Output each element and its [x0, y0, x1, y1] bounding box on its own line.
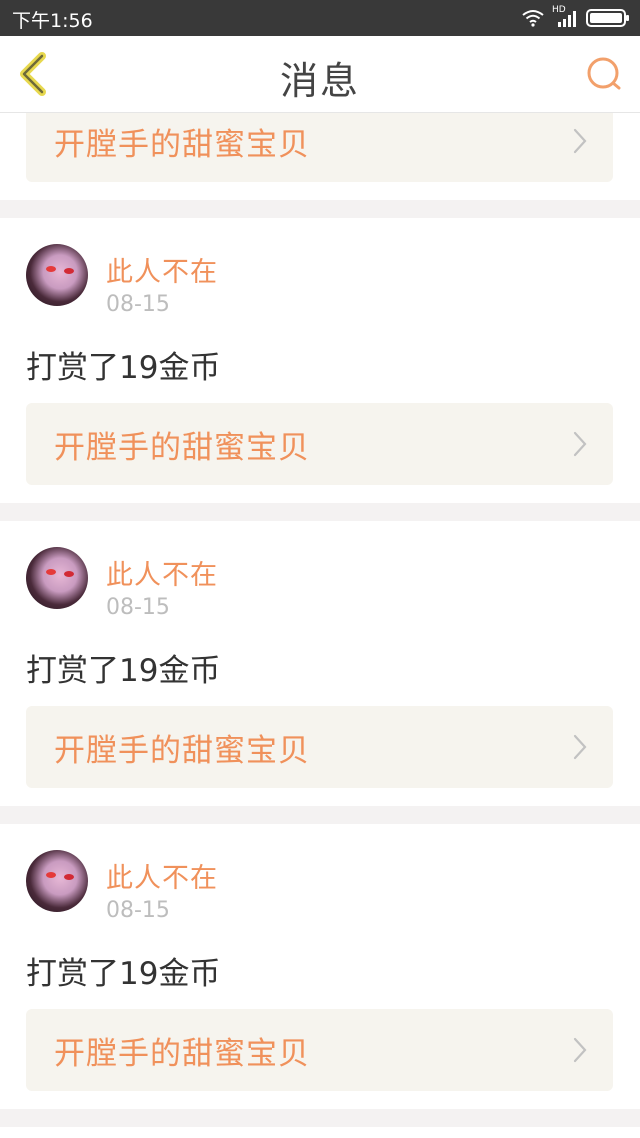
status-time: 下午1:56 [12, 10, 93, 32]
username[interactable]: 此人不在 [106, 856, 218, 895]
avatar[interactable] [26, 850, 88, 912]
avatar[interactable] [26, 244, 88, 306]
avatar[interactable] [26, 547, 88, 609]
message-date: 08-15 [106, 898, 170, 923]
message-text: 打赏了19金币 [26, 956, 221, 992]
message-text: 打赏了19金币 [26, 350, 221, 386]
post-title: 开膛手的甜蜜宝贝 [54, 430, 310, 466]
message-list[interactable]: 开膛手的甜蜜宝贝 此人不在 08-15 打赏了19金币 开膛手的甜蜜宝贝 此人不… [0, 113, 640, 1138]
post-link[interactable]: 开膛手的甜蜜宝贝 [26, 403, 613, 485]
username[interactable]: 此人不在 [106, 250, 218, 289]
status-bar: 下午1:56 HD [0, 0, 640, 36]
post-link[interactable]: 开膛手的甜蜜宝贝 [26, 113, 613, 182]
post-link[interactable]: 开膛手的甜蜜宝贝 [26, 1009, 613, 1091]
post-title: 开膛手的甜蜜宝贝 [54, 1036, 310, 1072]
status-icons: HD [522, 5, 630, 30]
username[interactable]: 此人不在 [106, 553, 218, 592]
battery-icon [586, 9, 629, 27]
message-date: 08-15 [106, 292, 170, 317]
page-title: 消息 [279, 59, 360, 103]
wifi-icon [522, 10, 544, 27]
chevron-right-icon [573, 431, 587, 457]
message-card [0, 1127, 640, 1138]
message-card: 此人不在 08-15 打赏了19金币 开膛手的甜蜜宝贝 [0, 218, 640, 503]
chevron-right-icon [573, 734, 587, 760]
post-title: 开膛手的甜蜜宝贝 [54, 733, 310, 769]
message-card: 此人不在 08-15 打赏了19金币 开膛手的甜蜜宝贝 [0, 521, 640, 806]
chevron-right-icon [573, 128, 587, 154]
nav-bar: 消息 [0, 36, 640, 113]
post-title: 开膛手的甜蜜宝贝 [54, 127, 310, 163]
message-card: 此人不在 08-15 打赏了19金币 开膛手的甜蜜宝贝 [0, 824, 640, 1109]
post-link[interactable]: 开膛手的甜蜜宝贝 [26, 706, 613, 788]
search-icon [587, 57, 621, 90]
message-text: 打赏了19金币 [26, 653, 221, 689]
signal-icon: HD [552, 5, 578, 28]
message-card: 开膛手的甜蜜宝贝 [0, 113, 640, 200]
search-button[interactable] [584, 54, 624, 94]
chevron-right-icon [573, 1037, 587, 1063]
message-date: 08-15 [106, 595, 170, 620]
